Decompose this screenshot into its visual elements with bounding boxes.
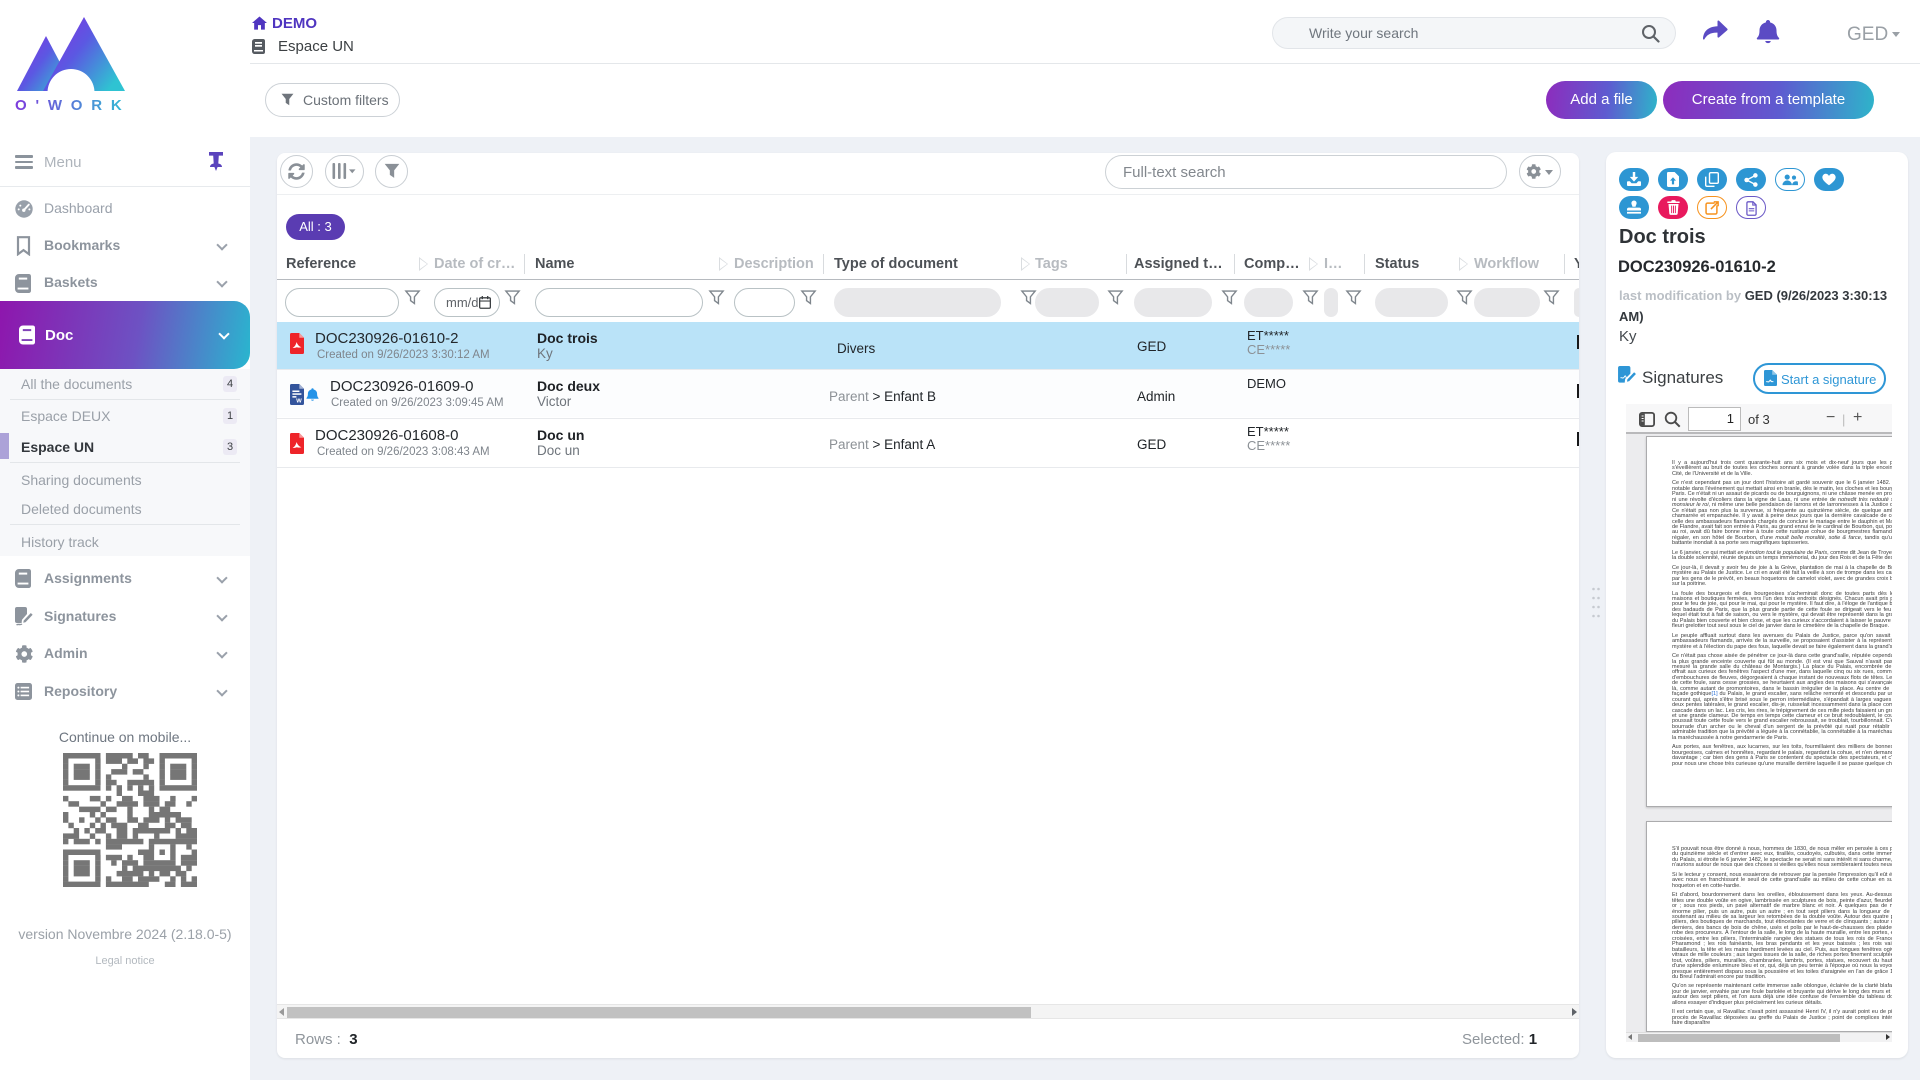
svg-text:w: w — [295, 398, 302, 405]
svg-text:O'WORK: O'WORK — [15, 97, 126, 114]
